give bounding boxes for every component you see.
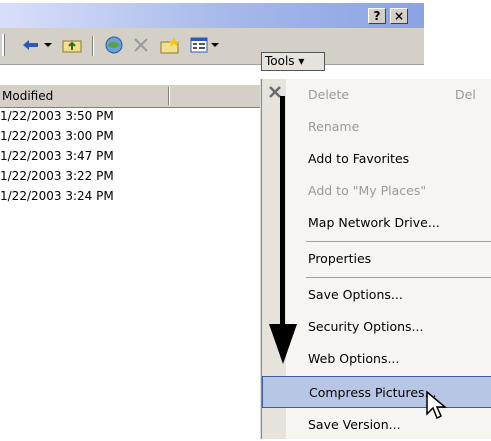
tools-dropdown-menu: Delete Del Rename Add to Favorites Add t… <box>261 79 491 439</box>
menu-item-add-to-favorites[interactable]: Add to Favorites <box>262 143 491 175</box>
tools-menu-button[interactable]: Tools ▾ <box>261 52 325 71</box>
help-button[interactable]: ? <box>368 8 386 24</box>
menu-item-add-to-my-places[interactable]: Add to "My Places" <box>262 175 491 207</box>
toolbar-grip <box>0 34 8 56</box>
mouse-cursor-icon <box>425 390 448 423</box>
list-item[interactable]: 1/22/2003 3:50 PM <box>0 108 260 125</box>
dropdown-arrow-icon[interactable] <box>210 35 220 55</box>
annotation-arrow-head-icon <box>269 324 297 367</box>
annotation-arrow-shaft <box>280 96 285 326</box>
list-item[interactable]: 1/22/2003 3:22 PM <box>0 168 260 185</box>
column-modified[interactable]: Modified <box>2 85 53 107</box>
toolbar <box>0 28 424 65</box>
menu-item-compress-pictures[interactable]: Compress Pictures... <box>262 376 491 408</box>
up-folder-icon[interactable] <box>60 35 84 55</box>
new-folder-icon[interactable] <box>158 35 182 55</box>
menu-item-save-options[interactable]: Save Options... <box>262 279 491 311</box>
menu-separator <box>306 241 491 242</box>
list-item[interactable]: 1/22/2003 3:47 PM <box>0 148 260 165</box>
column-divider[interactable] <box>168 87 170 105</box>
title-bar: ? × <box>0 3 424 28</box>
list-item[interactable]: 1/22/2003 3:00 PM <box>0 128 260 145</box>
list-item[interactable]: 1/22/2003 3:24 PM <box>0 188 260 205</box>
menu-item-delete[interactable]: Delete Del <box>262 79 491 111</box>
menu-item-rename[interactable]: Rename <box>262 111 491 143</box>
menu-item-properties[interactable]: Properties <box>262 243 491 275</box>
menu-separator <box>306 277 491 278</box>
back-icon[interactable] <box>20 35 42 55</box>
close-button[interactable]: × <box>390 8 408 24</box>
search-web-icon[interactable] <box>102 35 126 55</box>
delete-icon[interactable] <box>130 35 152 55</box>
menu-item-map-network-drive[interactable]: Map Network Drive... <box>262 207 491 239</box>
toolbar-separator <box>92 36 94 56</box>
dropdown-arrow-icon[interactable] <box>42 35 54 55</box>
views-icon[interactable] <box>188 35 210 55</box>
menu-item-save-version[interactable]: Save Version... <box>262 409 491 441</box>
